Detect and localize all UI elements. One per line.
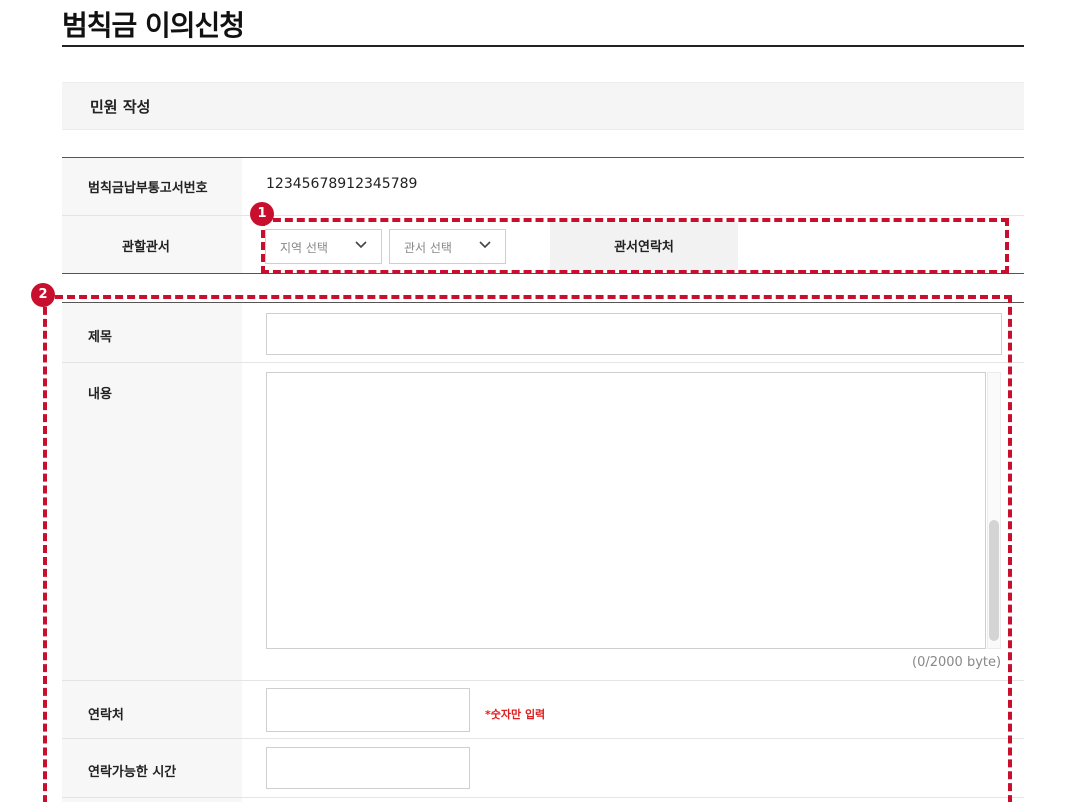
- row-divider: [62, 215, 1024, 216]
- jurisdiction-label: 관할관서: [122, 240, 170, 255]
- annotation-box-2: [43, 295, 1012, 802]
- section-header: 민원 작성: [62, 82, 1024, 130]
- table-top-border: [62, 157, 1024, 158]
- annotation-box-1: [261, 218, 1009, 274]
- annotation-marker-1: 1: [250, 202, 274, 226]
- title-divider: [62, 45, 1024, 47]
- notice-number-label: 범칙금납부통고서번호: [88, 181, 208, 196]
- section-title: 민원 작성: [90, 98, 151, 116]
- annotation-marker-2: 2: [31, 283, 55, 307]
- notice-number-value: 12345678912345789: [266, 176, 418, 192]
- page-title: 범칙금 이의신청: [62, 9, 245, 42]
